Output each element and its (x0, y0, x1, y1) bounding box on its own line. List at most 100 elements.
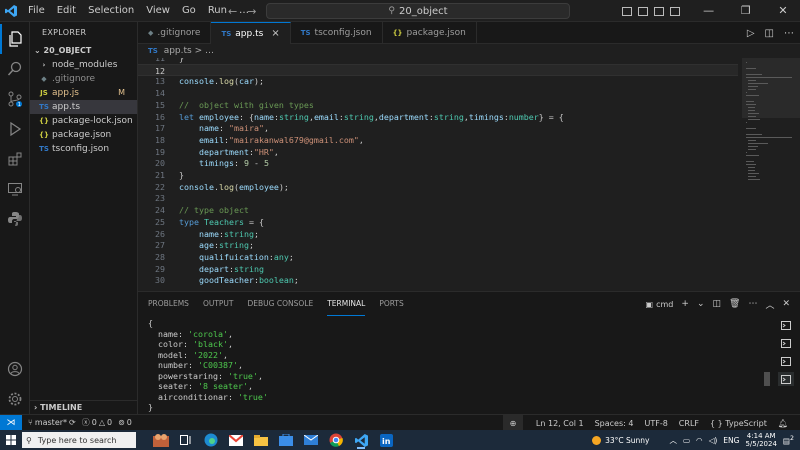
forward-arrow-icon[interactable]: → (247, 5, 256, 18)
terminal-instance-icon[interactable] (778, 318, 794, 332)
code-line[interactable]: 22 console.log(employee); (138, 181, 738, 193)
code-line[interactable]: 25 type Teachers = { (138, 216, 738, 228)
notifications-bell-icon[interactable]: 🔔︎ (778, 419, 788, 428)
menu-view[interactable]: View (140, 0, 176, 22)
more-actions-icon[interactable]: ⋯ (748, 299, 757, 309)
encoding[interactable]: UTF-8 (644, 419, 667, 428)
run-debug-icon[interactable] (0, 114, 30, 144)
code-line[interactable]: 20 timings: 9 - 5 (138, 157, 738, 169)
terminal-instance-icon[interactable] (778, 336, 794, 350)
cursor-position[interactable]: Ln 12, Col 1 (536, 419, 584, 428)
tab-tsconfig-json[interactable]: TS tsconfig.json (291, 22, 383, 44)
code-line[interactable]: 30 goodTeacher:boolean; (138, 274, 738, 286)
terminal-instance-icon[interactable] (778, 354, 794, 368)
split-editor-icon[interactable]: ◫ (765, 28, 774, 39)
weather-widget[interactable]: 33°C Sunny (592, 435, 649, 445)
file-explorer-icon[interactable] (252, 431, 270, 449)
toggle-secondary-sidebar-icon[interactable] (653, 6, 664, 16)
manage-gear-icon[interactable] (0, 384, 30, 414)
news-widget-icon[interactable] (152, 431, 170, 449)
run-code-icon[interactable]: ▷ (747, 28, 755, 39)
chrome-icon[interactable] (327, 431, 345, 449)
tab-output[interactable]: OUTPUT (203, 292, 234, 316)
linkedin-icon[interactable]: in (377, 431, 395, 449)
chevron-down-icon[interactable]: ⌄ (697, 299, 705, 309)
windows-start-icon[interactable] (0, 430, 22, 450)
code-editor[interactable]: 11} 12 13 console.log(car); 14 15// object wi… (138, 58, 800, 291)
code-line[interactable]: 15 // object with given types (138, 99, 738, 111)
ports-indicator[interactable]: ⊚ 0 (118, 418, 132, 427)
menu-go[interactable]: Go (176, 0, 202, 22)
tree-item-package-json[interactable]: {} package.json (30, 128, 137, 142)
code-line[interactable]: 14 (138, 87, 738, 99)
menu-edit[interactable]: Edit (51, 0, 82, 22)
explorer-icon[interactable] (0, 24, 30, 54)
code-line[interactable]: 26 name:string; (138, 228, 738, 240)
maximize-panel-icon[interactable]: ︿ (765, 298, 774, 311)
input-language[interactable]: ENG (723, 436, 739, 445)
clock[interactable]: 4:14 AM 5/5/2024 (745, 432, 776, 448)
menu-file[interactable]: File (22, 0, 51, 22)
mail-icon[interactable] (302, 431, 320, 449)
code-line[interactable]: 19 department:"HR", (138, 146, 738, 158)
terminal-output[interactable]: { name: 'corola', color: 'black', model:… (148, 318, 768, 413)
code-line[interactable]: 28 qualifuication:any; (138, 251, 738, 263)
edge-browser-icon[interactable] (202, 431, 220, 449)
menu-selection[interactable]: Selection (82, 0, 140, 22)
vscode-taskbar-icon[interactable] (352, 431, 370, 449)
minimap[interactable] (742, 58, 800, 291)
wifi-icon[interactable]: ◠ (696, 436, 703, 445)
extensions-icon[interactable] (0, 144, 30, 174)
tree-item-gitignore[interactable]: ◆ .gitignore (30, 72, 137, 86)
zoom-icon[interactable]: ⊕ (502, 415, 523, 431)
tab-ports[interactable]: PORTS (379, 292, 403, 316)
new-terminal-icon[interactable]: + (681, 299, 689, 309)
search-view-icon[interactable] (0, 54, 30, 84)
code-line[interactable]: 12 (138, 63, 738, 76)
problems-indicator[interactable]: ⓧ 0 △ 0 (82, 417, 112, 428)
volume-icon[interactable]: ◁) (709, 436, 718, 445)
tree-item-app-ts[interactable]: TS app.ts (30, 100, 137, 114)
notification-center-icon[interactable]: ▤2 (783, 435, 794, 446)
terminal-instance-icon[interactable] (778, 372, 794, 386)
trash-icon[interactable]: 🗑 (729, 299, 740, 309)
split-terminal-icon[interactable]: ◫ (712, 299, 721, 309)
tab-debug-console[interactable]: DEBUG CONSOLE (248, 292, 314, 316)
code-line[interactable]: 29 depart:string (138, 263, 738, 275)
taskbar-search-box[interactable]: ⚲ Type here to search (22, 432, 136, 448)
tab-package-json[interactable]: {} package.json (383, 22, 477, 44)
tree-item-app-js[interactable]: JS app.js M (30, 86, 137, 100)
tree-item-tsconfig-json[interactable]: TS tsconfig.json (30, 142, 137, 156)
more-actions-icon[interactable]: ⋯ (784, 28, 794, 39)
python-icon[interactable] (0, 204, 30, 234)
tab-app-ts[interactable]: TS app.ts × (211, 22, 291, 44)
customize-layout-icon[interactable] (669, 6, 680, 16)
back-arrow-icon[interactable]: ← (228, 5, 237, 18)
code-line[interactable]: 24 // type object (138, 204, 738, 216)
minimize-button[interactable]: — (692, 0, 726, 22)
remote-indicator-icon[interactable]: ⋊ (0, 414, 22, 431)
code-line[interactable]: 13 console.log(car); (138, 75, 738, 87)
close-window-button[interactable]: ✕ (766, 0, 800, 22)
indentation[interactable]: Spaces: 4 (595, 419, 634, 428)
toggle-sidebar-icon[interactable] (621, 6, 632, 16)
close-panel-icon[interactable]: ✕ (782, 299, 790, 309)
maximize-button[interactable]: ❐ (729, 0, 763, 22)
tab-gitignore[interactable]: ◆ .gitignore (138, 22, 212, 44)
toggle-panel-icon[interactable] (637, 6, 648, 16)
tab-problems[interactable]: PROBLEMS (148, 292, 189, 316)
code-line[interactable]: 17 name: "maira", (138, 122, 738, 134)
remote-explorer-icon[interactable] (0, 174, 30, 204)
code-line[interactable]: 27 age:string; (138, 239, 738, 251)
workspace-folder[interactable]: ⌄ 20_OBJECT (30, 44, 137, 58)
command-center-search[interactable]: ⚲ 20_object (266, 3, 570, 19)
microsoft-store-icon[interactable] (277, 431, 295, 449)
code-line[interactable]: 16 let employee: {name:string,email:strin… (138, 111, 738, 123)
breadcrumb-separator[interactable]: > … (195, 46, 214, 56)
terminal-selector[interactable]: ▣ cmd (646, 300, 674, 309)
tree-item-node-modules[interactable]: › node_modules (30, 58, 137, 72)
code-line[interactable]: 21} (138, 169, 738, 181)
network-icon[interactable]: ▭ (683, 436, 690, 445)
git-branch[interactable]: ⑂ master* ⟳ (28, 418, 76, 427)
minimap-slider[interactable] (742, 58, 800, 118)
